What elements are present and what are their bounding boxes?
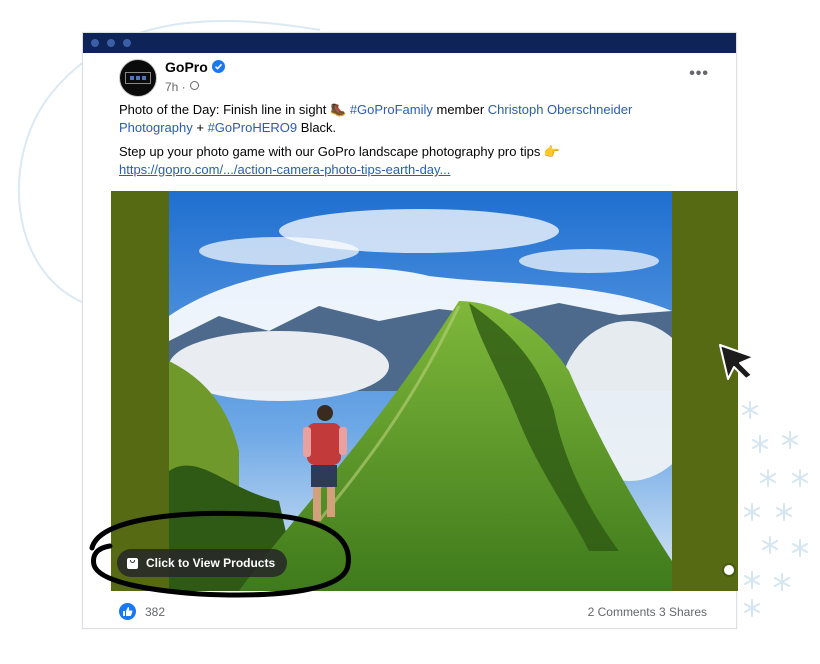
gopro-avatar[interactable] bbox=[119, 59, 157, 97]
landscape-photo bbox=[169, 191, 672, 591]
view-products-button[interactable]: Click to View Products bbox=[117, 549, 288, 577]
window-dot bbox=[123, 39, 131, 47]
post-footer: 382 2 Comments 3 Shares bbox=[119, 601, 723, 621]
globe-icon bbox=[190, 81, 199, 90]
author-name[interactable]: GoPro bbox=[165, 59, 208, 75]
caption-text: Step up your photo game with our GoPro l… bbox=[119, 144, 561, 159]
article-link[interactable]: https://gopro.com/.../action-camera-phot… bbox=[119, 162, 450, 177]
gopro-logo-icon bbox=[125, 72, 151, 84]
carousel-next-dot[interactable] bbox=[722, 563, 736, 577]
shopping-bag-icon bbox=[127, 557, 138, 569]
caption-text: + bbox=[192, 120, 208, 135]
verified-badge-icon bbox=[212, 60, 225, 73]
decorative-asterisks bbox=[742, 401, 808, 617]
facebook-post-card: GoPro 7h · ••• Photo of the Day: Finish … bbox=[82, 32, 738, 629]
caption-text: Photo of the Day: Finish line in sight 🥾 bbox=[119, 102, 350, 117]
post-caption: Photo of the Day: Finish line in sight 🥾… bbox=[119, 101, 679, 179]
shares-count[interactable]: 3 Shares bbox=[659, 605, 707, 619]
comments-count[interactable]: 2 Comments bbox=[588, 605, 656, 619]
engagement-stats: 2 Comments 3 Shares bbox=[588, 605, 707, 619]
window-dot bbox=[91, 39, 99, 47]
window-dot bbox=[107, 39, 115, 47]
hashtag-link[interactable]: #GoProHERO9 bbox=[208, 120, 298, 135]
view-products-label: Click to View Products bbox=[146, 556, 276, 570]
caption-text: member bbox=[432, 102, 488, 117]
hashtag-link[interactable]: #GoProFamily bbox=[350, 102, 433, 117]
window-titlebar bbox=[83, 33, 736, 53]
caption-text: Black. bbox=[297, 120, 337, 135]
reaction-count[interactable]: 382 bbox=[145, 605, 165, 619]
post-media[interactable]: Click to View Products bbox=[111, 191, 738, 591]
like-icon[interactable] bbox=[119, 603, 136, 620]
more-options-icon[interactable]: ••• bbox=[689, 65, 709, 83]
post-header: GoPro 7h · ••• bbox=[119, 59, 709, 99]
post-time[interactable]: 7h · bbox=[165, 80, 186, 94]
